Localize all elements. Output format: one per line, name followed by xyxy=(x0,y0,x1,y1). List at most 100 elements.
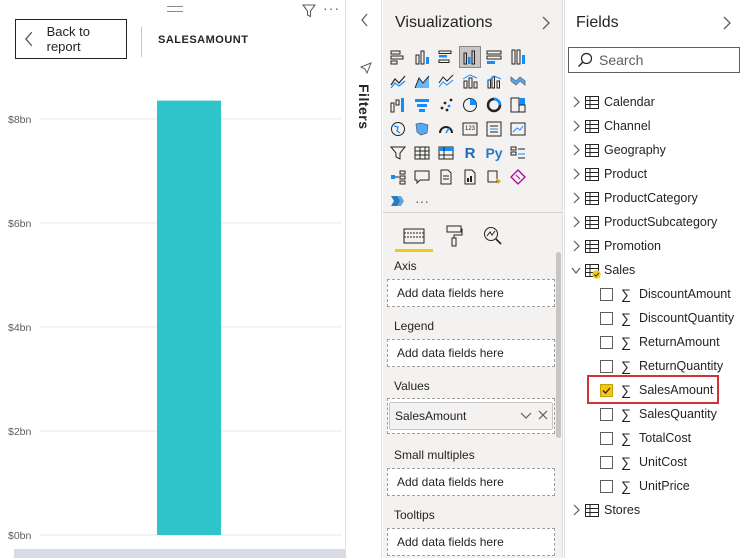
paginated-report-icon[interactable] xyxy=(459,166,481,188)
field-table-product[interactable]: Product xyxy=(564,162,744,186)
pie-chart-icon[interactable] xyxy=(459,94,481,116)
area-chart-icon[interactable] xyxy=(411,70,433,92)
fields-tab[interactable] xyxy=(400,222,428,250)
power-automate-icon[interactable] xyxy=(507,166,529,188)
field-salesquantity[interactable]: ∑ SalesQuantity xyxy=(564,402,744,426)
kpi-icon[interactable] xyxy=(507,118,529,140)
chevron-right-icon[interactable] xyxy=(571,96,581,108)
100-stacked-column-chart-icon[interactable] xyxy=(507,46,529,68)
decomposition-tree-icon[interactable] xyxy=(387,166,409,188)
vertical-scrollbar[interactable] xyxy=(556,252,561,438)
chevron-left-icon[interactable] xyxy=(359,13,371,27)
python-visual-icon[interactable]: Py xyxy=(483,142,505,164)
chevron-right-icon[interactable] xyxy=(571,504,581,516)
slicer-icon[interactable] xyxy=(387,142,409,164)
field-checkbox[interactable] xyxy=(600,479,613,493)
r-script-visual-icon[interactable]: R xyxy=(459,142,481,164)
legend-well-label: Legend xyxy=(394,319,435,333)
card-icon[interactable]: 123 xyxy=(459,118,481,140)
values-field-pill[interactable]: SalesAmount xyxy=(389,402,553,430)
visualizations-title: Visualizations xyxy=(395,14,493,31)
multi-row-card-icon[interactable] xyxy=(483,118,505,140)
field-checkbox[interactable] xyxy=(600,455,613,469)
chevron-right-icon[interactable] xyxy=(571,144,581,156)
field-checkbox[interactable] xyxy=(600,335,613,349)
clustered-bar-chart-icon[interactable] xyxy=(435,46,457,68)
values-field-name: SalesAmount xyxy=(395,409,467,423)
gauge-icon[interactable] xyxy=(435,118,457,140)
treemap-icon[interactable] xyxy=(507,94,529,116)
filters-label[interactable]: Filters xyxy=(356,84,372,130)
stacked-area-chart-icon[interactable] xyxy=(435,70,457,92)
chevron-right-icon[interactable] xyxy=(571,216,581,228)
waterfall-chart-icon[interactable] xyxy=(387,94,409,116)
ribbon-chart-icon[interactable] xyxy=(507,70,529,92)
map-icon[interactable] xyxy=(387,118,409,140)
stacked-column-chart-icon[interactable] xyxy=(411,46,433,68)
analytics-tab[interactable] xyxy=(479,222,507,250)
donut-chart-icon[interactable] xyxy=(483,94,505,116)
filters-pane-collapsed[interactable]: Filters xyxy=(347,0,382,558)
matrix-icon[interactable] xyxy=(435,142,457,164)
field-table-productcategory[interactable]: ProductCategory xyxy=(564,186,744,210)
field-table-name: ProductCategory xyxy=(604,191,698,205)
values-drop-zone[interactable]: SalesAmount xyxy=(387,398,555,434)
line-and-clustered-column-chart-icon[interactable] xyxy=(483,70,505,92)
qa-icon[interactable] xyxy=(411,166,433,188)
table-icon[interactable] xyxy=(411,142,433,164)
line-and-stacked-column-chart-icon[interactable] xyxy=(459,70,481,92)
legend-drop-zone[interactable]: Add data fields here xyxy=(387,339,555,367)
chevron-down-icon[interactable] xyxy=(571,264,581,276)
field-unitprice[interactable]: ∑ UnitPrice xyxy=(564,474,744,498)
field-table-sales[interactable]: Sales xyxy=(564,258,744,282)
power-apps-icon[interactable] xyxy=(483,166,505,188)
chevron-right-icon[interactable] xyxy=(541,16,551,30)
fields-search-input[interactable]: Search xyxy=(568,47,740,73)
funnel-chart-icon[interactable] xyxy=(411,94,433,116)
field-totalcost[interactable]: ∑ TotalCost xyxy=(564,426,744,450)
clustered-column-chart-icon[interactable] xyxy=(459,46,481,68)
field-table-productsubcategory[interactable]: ProductSubcategory xyxy=(564,210,744,234)
field-discountquantity[interactable]: ∑ DiscountQuantity xyxy=(564,306,744,330)
field-checkbox[interactable] xyxy=(600,287,613,301)
scatter-chart-icon[interactable] xyxy=(435,94,457,116)
field-checkbox[interactable] xyxy=(600,431,613,445)
key-influencers-icon[interactable] xyxy=(507,142,529,164)
active-tab-indicator xyxy=(395,249,433,252)
bar[interactable] xyxy=(157,100,221,535)
field-table-promotion[interactable]: Promotion xyxy=(564,234,744,258)
100-stacked-bar-chart-icon[interactable] xyxy=(483,46,505,68)
remove-field-icon[interactable] xyxy=(538,409,548,421)
field-unitcost[interactable]: ∑ UnitCost xyxy=(564,450,744,474)
y-tick-label: $0bn xyxy=(8,530,32,542)
chevron-right-icon[interactable] xyxy=(571,168,581,180)
get-more-visuals-icon[interactable] xyxy=(387,190,409,212)
chevron-right-icon[interactable] xyxy=(571,240,581,252)
field-discountamount[interactable]: ∑ DiscountAmount xyxy=(564,282,744,306)
smart-narrative-icon[interactable] xyxy=(435,166,457,188)
small-multiples-drop-zone[interactable]: Add data fields here xyxy=(387,468,555,496)
field-table-calendar[interactable]: Calendar xyxy=(564,90,744,114)
field-checkbox[interactable] xyxy=(600,407,613,421)
more-visuals-icon[interactable]: ··· xyxy=(411,190,433,212)
axis-drop-zone[interactable]: Add data fields here xyxy=(387,279,555,307)
field-table-stores[interactable]: Stores xyxy=(564,498,744,522)
format-tab[interactable] xyxy=(440,222,468,250)
field-checkbox[interactable] xyxy=(600,311,613,325)
tooltips-well-label: Tooltips xyxy=(394,508,435,522)
chevron-right-icon[interactable] xyxy=(722,16,732,30)
line-chart-icon[interactable] xyxy=(387,70,409,92)
field-checkbox[interactable] xyxy=(600,359,613,373)
field-table-channel[interactable]: Channel xyxy=(564,114,744,138)
chevron-right-icon[interactable] xyxy=(571,120,581,132)
chevron-right-icon[interactable] xyxy=(571,192,581,204)
field-returnamount[interactable]: ∑ ReturnAmount xyxy=(564,330,744,354)
stacked-bar-chart-icon[interactable] xyxy=(387,46,409,68)
tooltips-drop-zone[interactable]: Add data fields here xyxy=(387,528,555,556)
filled-map-icon[interactable] xyxy=(411,118,433,140)
table-icon xyxy=(585,191,599,205)
chevron-down-icon[interactable] xyxy=(520,409,532,421)
horizontal-scrollbar[interactable] xyxy=(14,549,346,558)
r-label: R xyxy=(464,144,476,162)
field-table-geography[interactable]: Geography xyxy=(564,138,744,162)
